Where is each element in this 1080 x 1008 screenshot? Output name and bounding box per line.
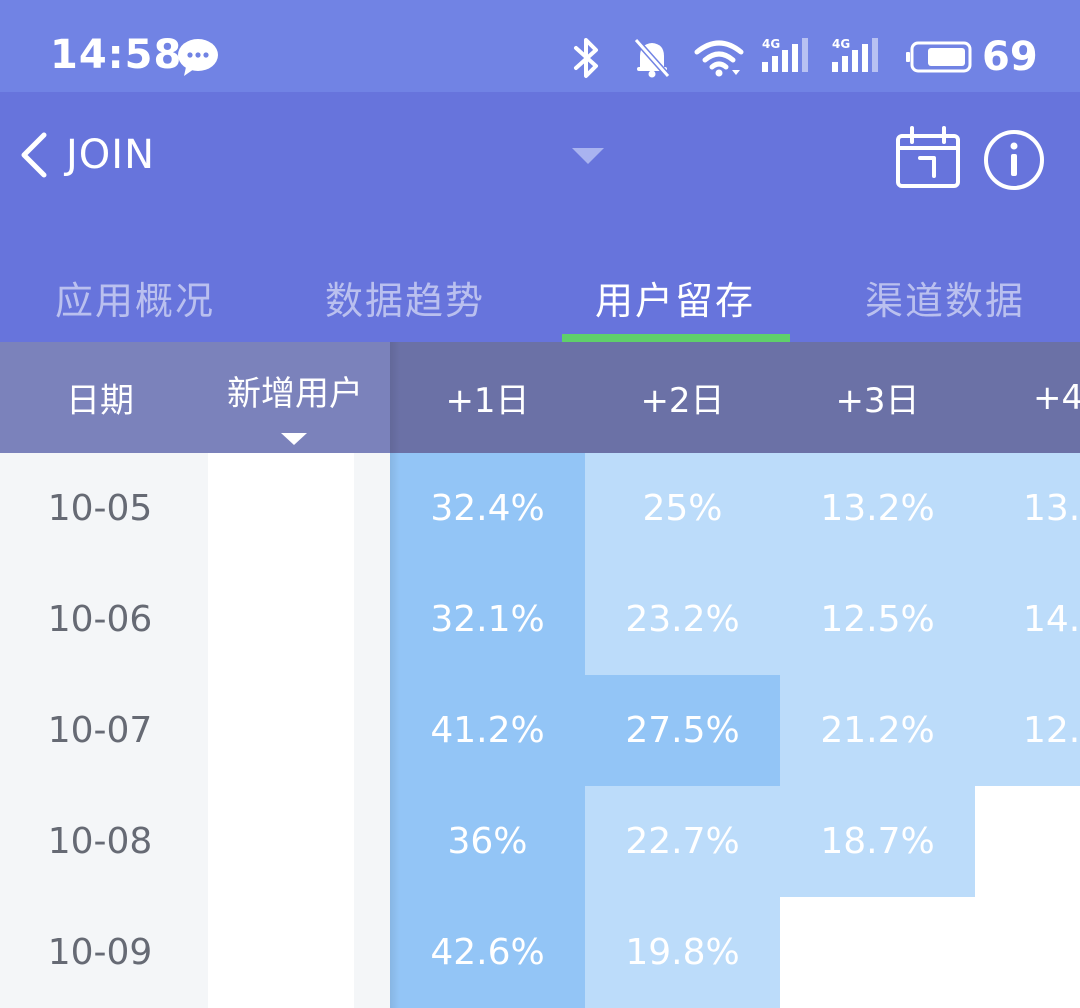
redacted-value (208, 786, 354, 897)
tab-user-retention[interactable]: 用户留存 (540, 252, 810, 342)
cell-date: 10-07 (0, 675, 200, 786)
table-header: 日期 新增用户 +1日 +2日 +3日 +4 (0, 342, 1080, 453)
cell-new-users (200, 786, 390, 897)
cell-retention-day-4: 12. (975, 675, 1080, 786)
cell-retention-day-4: 14. (975, 564, 1080, 675)
wifi-icon (694, 40, 744, 77)
header-new-users-label: 新增用户 (227, 374, 363, 414)
svg-text:4G: 4G (832, 37, 850, 51)
tab-data-trend[interactable]: 数据趋势 (270, 252, 540, 342)
calendar-icon[interactable] (894, 126, 962, 190)
active-tab-indicator (562, 334, 790, 342)
cell-retention-day-1: 42.6% (390, 897, 585, 1008)
cell-retention-day-3: 21.2% (780, 675, 975, 786)
status-bar: 14:58 4G 4G 69 (0, 0, 1080, 92)
cell-retention-day-1: 32.1% (390, 564, 585, 675)
cell-new-users (200, 675, 390, 786)
app-title: JOIN (66, 132, 155, 178)
redacted-value (208, 675, 354, 786)
wechat-icon (178, 39, 218, 76)
signal-4g-icon: 4G (762, 37, 808, 72)
cell-date: 10-09 (0, 897, 200, 1008)
cell-retention-day-3: 12.5% (780, 564, 975, 675)
info-icon[interactable] (982, 128, 1046, 192)
cell-retention-day-2: 23.2% (585, 564, 780, 675)
caret-down-icon[interactable] (570, 146, 606, 166)
redacted-value (208, 897, 354, 1008)
signal-4g-icon: 4G (832, 37, 878, 72)
app-screen: 14:58 4G 4G 69 JOIN 应用概况 数据趋势 用户留存 渠道数据 … (0, 0, 1080, 1008)
sort-desc-icon[interactable] (280, 432, 308, 446)
app-bar: JOIN 应用概况 数据趋势 用户留存 渠道数据 (0, 92, 1080, 342)
cell-retention-day-4 (975, 786, 1080, 897)
cell-retention-day-2: 25% (585, 453, 780, 564)
cell-new-users (200, 897, 390, 1008)
cell-retention-day-3 (780, 897, 975, 1008)
back-button[interactable]: JOIN (14, 120, 155, 190)
battery-icon (906, 41, 972, 73)
retention-table: 日期 新增用户 +1日 +2日 +3日 +4 10-05 32.4% 25% 13.2… (0, 342, 1080, 1008)
cell-retention-day-2: 27.5% (585, 675, 780, 786)
table-row[interactable]: 10-06 32.1% 23.2% 12.5% 14. (0, 564, 1080, 675)
tab-channel-data[interactable]: 渠道数据 (810, 252, 1080, 342)
header-day-2: +2日 (585, 342, 780, 453)
cell-retention-day-1: 41.2% (390, 675, 585, 786)
cell-retention-day-1: 36% (390, 786, 585, 897)
table-row[interactable]: 10-07 41.2% 27.5% 21.2% 12. (0, 675, 1080, 786)
cell-new-users (200, 453, 390, 564)
cell-retention-day-3: 13.2% (780, 453, 975, 564)
cell-retention-day-4 (975, 897, 1080, 1008)
header-day-3: +3日 (780, 342, 975, 453)
tab-bar: 应用概况 数据趋势 用户留存 渠道数据 (0, 252, 1080, 342)
svg-text:4G: 4G (762, 37, 780, 51)
cell-retention-day-4: 13. (975, 453, 1080, 564)
cell-date: 10-06 (0, 564, 200, 675)
chevron-left-icon (21, 132, 47, 178)
cell-retention-day-2: 22.7% (585, 786, 780, 897)
redacted-value (208, 564, 354, 675)
battery-level: 69 (982, 34, 1038, 80)
cell-retention-day-1: 32.4% (390, 453, 585, 564)
status-time: 14:58 (50, 32, 183, 78)
bell-muted-icon (633, 38, 671, 78)
table-row[interactable]: 10-05 32.4% 25% 13.2% 13. (0, 453, 1080, 564)
bluetooth-icon (574, 38, 598, 78)
cell-date: 10-05 (0, 453, 200, 564)
cell-new-users (200, 564, 390, 675)
table-row[interactable]: 10-09 42.6% 19.8% (0, 897, 1080, 1008)
table-row[interactable]: 10-08 36% 22.7% 18.7% (0, 786, 1080, 897)
header-day-4: +4 (975, 342, 1080, 453)
cell-date: 10-08 (0, 786, 200, 897)
cell-retention-day-2: 19.8% (585, 897, 780, 1008)
cell-retention-day-3: 18.7% (780, 786, 975, 897)
redacted-value (208, 453, 354, 564)
tab-app-overview[interactable]: 应用概况 (0, 252, 270, 342)
header-day-1: +1日 (390, 342, 585, 453)
header-date: 日期 (0, 342, 200, 453)
